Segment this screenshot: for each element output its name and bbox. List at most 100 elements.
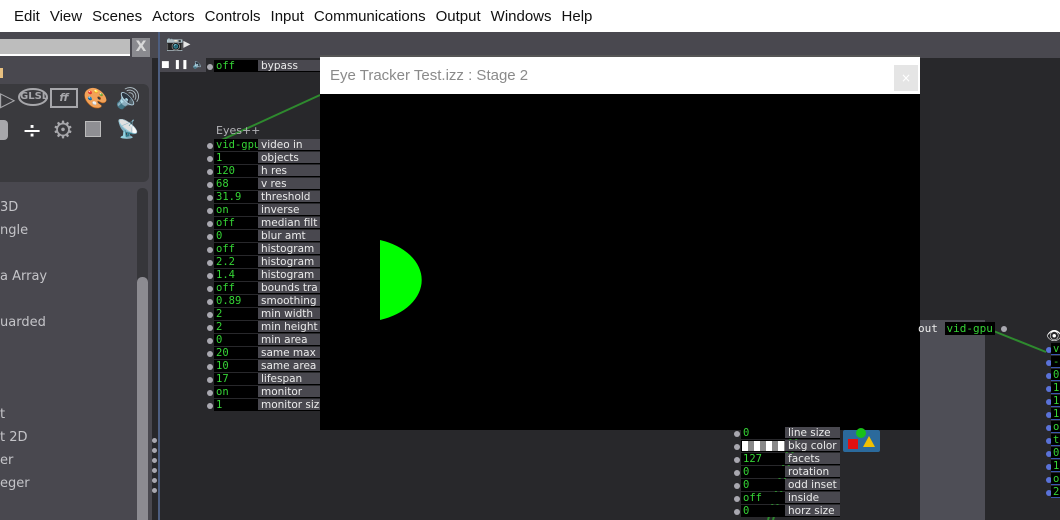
property-label: odd inset	[785, 479, 840, 491]
input-port[interactable]	[734, 509, 740, 515]
property-row: 10	[1046, 460, 1060, 473]
property-value[interactable]: 0	[1051, 369, 1060, 381]
input-port[interactable]	[734, 431, 740, 437]
property-label: horz size	[785, 505, 840, 517]
property-value[interactable]: 0	[741, 427, 786, 439]
output-port: out vid-gpu	[918, 322, 1008, 335]
property-label: line size	[785, 427, 840, 439]
input-port[interactable]	[207, 143, 213, 149]
input-port[interactable]	[207, 338, 213, 344]
property-label: bounds tra	[258, 282, 320, 294]
property-value[interactable]: 10	[1051, 460, 1060, 472]
property-label: threshold	[258, 191, 320, 203]
input-port[interactable]	[207, 169, 213, 175]
close-button[interactable]: ×	[894, 65, 918, 91]
property-row: tra	[1046, 434, 1060, 447]
input-port[interactable]	[207, 403, 213, 409]
property-label: lifespan	[258, 373, 320, 385]
eyes-actor-title[interactable]: Eyes++	[216, 124, 260, 137]
property-label: min height	[258, 321, 320, 333]
property-label: monitor	[258, 386, 320, 398]
input-port[interactable]	[734, 483, 740, 489]
input-port[interactable]	[734, 470, 740, 476]
input-port[interactable]	[207, 234, 213, 240]
stage-title[interactable]: Eye Tracker Test.izz : Stage 2	[320, 57, 920, 94]
input-port[interactable]	[207, 364, 213, 370]
input-port[interactable]	[207, 273, 213, 279]
input-port[interactable]	[207, 221, 213, 227]
property-label: histogram	[258, 269, 320, 281]
output-port-dot[interactable]	[1001, 326, 1008, 332]
input-port[interactable]	[734, 457, 740, 463]
output-value: vid-gpu	[944, 322, 995, 335]
property-label: facets	[785, 453, 840, 465]
input-port[interactable]	[734, 496, 740, 502]
property-row: of	[1046, 421, 1060, 434]
property-label: min area	[258, 334, 320, 346]
property-row: on	[1046, 473, 1060, 486]
shape-actor-icon[interactable]	[843, 428, 880, 452]
property-row: 10	[1046, 408, 1060, 421]
property-value[interactable]: 10	[1051, 382, 1060, 394]
property-label: rotation	[785, 466, 840, 478]
property-row: -1	[1046, 356, 1060, 369]
input-port[interactable]	[207, 312, 213, 318]
property-value[interactable]: 127	[741, 453, 786, 465]
property-label: min width	[258, 308, 320, 320]
property-value[interactable]: 0	[741, 479, 786, 491]
property-label: blur amt	[258, 230, 320, 242]
property-value[interactable]: tra	[1051, 434, 1060, 446]
input-port[interactable]	[207, 208, 213, 214]
stage-output	[380, 240, 422, 320]
property-row: 10	[1046, 395, 1060, 408]
property-label: histogram	[258, 243, 320, 255]
property-value[interactable]: on	[1051, 473, 1060, 485]
property-row: vid	[1046, 343, 1060, 356]
property-label: monitor siz	[258, 399, 320, 411]
tracked-shape	[380, 240, 422, 320]
property-label: median filt	[258, 217, 320, 229]
input-port[interactable]	[207, 325, 213, 331]
property-row: 0	[1046, 447, 1060, 460]
property-row: 0	[1046, 369, 1060, 382]
input-port[interactable]	[207, 390, 213, 396]
output-label: out	[918, 322, 938, 335]
property-label: bkg color	[785, 440, 840, 452]
property-value[interactable]: -1	[1051, 356, 1060, 368]
property-value[interactable]	[741, 440, 786, 452]
property-row: 10	[1046, 382, 1060, 395]
property-value[interactable]: 2:	[1051, 486, 1060, 498]
property-value[interactable]: 0	[741, 505, 786, 517]
property-label: inside	[785, 492, 840, 504]
property-label: same max	[258, 347, 320, 359]
property-label: v res	[258, 178, 320, 190]
property-label: objects	[258, 152, 320, 164]
input-port[interactable]	[207, 260, 213, 266]
input-port[interactable]	[207, 377, 213, 383]
input-port[interactable]	[734, 444, 740, 450]
property-value[interactable]: 0	[741, 466, 786, 478]
property-label: same area	[258, 360, 320, 372]
property-value[interactable]: vid	[1051, 343, 1060, 355]
property-label: h res	[258, 165, 320, 177]
property-label: histogram	[258, 256, 320, 268]
input-port[interactable]	[207, 299, 213, 305]
property-label: smoothing	[258, 295, 320, 307]
property-label: video in	[258, 139, 320, 151]
input-port[interactable]	[207, 286, 213, 292]
property-row: 2:	[1046, 486, 1060, 499]
property-value[interactable]: 10	[1051, 395, 1060, 407]
property-label: inverse	[258, 204, 320, 216]
property-value[interactable]: 10	[1051, 408, 1060, 420]
actor-panel	[920, 320, 985, 520]
property-value[interactable]: of	[1051, 421, 1060, 433]
input-port[interactable]	[207, 351, 213, 357]
property-value[interactable]: 0	[1051, 447, 1060, 459]
eye-icon[interactable]: 👁	[1046, 329, 1060, 344]
property-value[interactable]: off	[741, 492, 786, 504]
input-port[interactable]	[207, 182, 213, 188]
input-port[interactable]	[207, 195, 213, 201]
input-port[interactable]	[207, 247, 213, 253]
stage-window: Eye Tracker Test.izz : Stage 2 ×	[320, 55, 920, 430]
input-port[interactable]	[207, 156, 213, 162]
